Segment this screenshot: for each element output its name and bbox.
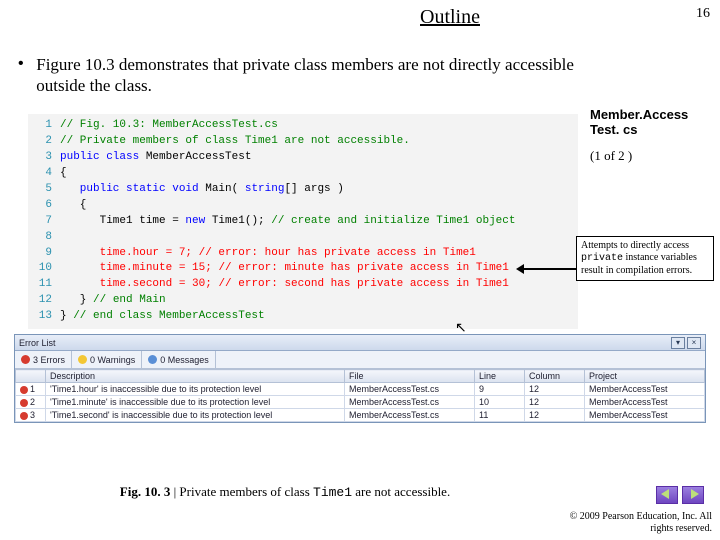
bullet-text: Figure 10.3 demonstrates that private cl…	[36, 54, 596, 97]
caption-mid: | Private members of class	[174, 484, 313, 499]
outline-heading: Outline	[420, 6, 480, 29]
callout-arrow-line	[520, 268, 580, 270]
line-number: 11	[28, 277, 60, 293]
nav-buttons	[656, 486, 704, 504]
code-line: time.hour = 7; // error: hour has privat…	[60, 246, 578, 262]
file-label-line2: Test. cs	[590, 122, 637, 137]
error-list-tabs: 3 Errors 0 Warnings 0 Messages	[15, 351, 705, 369]
callout-box: Attempts to directly access private inst…	[576, 236, 714, 281]
error-list-header: Error List ▾ ×	[15, 335, 705, 351]
table-row[interactable]: 1'Time1.hour' is inaccessible due to its…	[16, 383, 705, 396]
line-number: 10	[28, 261, 60, 277]
caption-mono: Time1	[313, 485, 352, 500]
error-list-panel: Error List ▾ × 3 Errors 0 Warnings 0 Mes…	[14, 334, 706, 423]
close-icon[interactable]: ×	[687, 337, 701, 349]
error-table: Description File Line Column Project 1'T…	[15, 369, 705, 422]
line-number: 4	[28, 166, 60, 182]
line-number: 12	[28, 293, 60, 309]
message-icon	[148, 355, 157, 364]
error-icon	[20, 412, 28, 420]
triangle-left-icon	[661, 489, 669, 499]
code-line: {	[60, 198, 578, 214]
col-line: Line	[475, 370, 525, 383]
line-number: 3	[28, 150, 60, 166]
callout-mono: private	[581, 253, 623, 264]
line-number: 5	[28, 182, 60, 198]
copyright-text: © 2009 Pearson Education, Inc. All right…	[552, 511, 712, 534]
tab-warnings[interactable]: 0 Warnings	[72, 351, 142, 368]
prev-button[interactable]	[656, 486, 678, 504]
line-number: 13	[28, 309, 60, 325]
line-number: 7	[28, 214, 60, 230]
bullet-item: • Figure 10.3 demonstrates that private …	[18, 54, 696, 97]
col-file: File	[345, 370, 475, 383]
code-listing: 1// Fig. 10.3: MemberAccessTest.cs 2// P…	[28, 114, 578, 329]
caption-end: are not accessible.	[352, 484, 450, 499]
page-number: 16	[696, 6, 710, 22]
code-line: public class MemberAccessTest	[60, 150, 578, 166]
code-line: Time1 time = new Time1(); // create and …	[60, 214, 578, 230]
col-blank	[16, 370, 46, 383]
dropdown-icon[interactable]: ▾	[671, 337, 685, 349]
code-line: // Private members of class Time1 are no…	[60, 134, 578, 150]
line-number: 6	[28, 198, 60, 214]
part-label: (1 of 2 )	[590, 148, 710, 164]
line-number: 8	[28, 230, 60, 246]
triangle-right-icon	[691, 489, 699, 499]
file-label-line1: Member.Access	[590, 107, 688, 122]
error-icon	[21, 355, 30, 364]
code-line: {	[60, 166, 578, 182]
col-description: Description	[46, 370, 345, 383]
table-row[interactable]: 3'Time1.second' is inaccessible due to i…	[16, 409, 705, 422]
col-column: Column	[525, 370, 585, 383]
bullet-dot-icon: •	[18, 54, 32, 74]
line-number: 9	[28, 246, 60, 262]
error-list-title: Error List	[19, 338, 56, 348]
figure-caption: Fig. 10. 3 | Private members of class Ti…	[0, 484, 570, 500]
caption-fig: Fig. 10. 3	[120, 484, 174, 499]
code-line: } // end class MemberAccessTest	[60, 309, 578, 325]
line-number: 1	[28, 118, 60, 134]
error-icon	[20, 399, 28, 407]
error-icon	[20, 386, 28, 394]
code-line: public static void Main( string[] args )	[60, 182, 578, 198]
callout-text: Attempts to directly access	[581, 240, 689, 251]
next-button[interactable]	[682, 486, 704, 504]
code-line: time.second = 30; // error: second has p…	[60, 277, 578, 293]
file-label: Member.Access Test. cs	[590, 108, 710, 138]
table-row[interactable]: 2'Time1.minute' is inaccessible due to i…	[16, 396, 705, 409]
code-line: // Fig. 10.3: MemberAccessTest.cs	[60, 118, 578, 134]
line-number: 2	[28, 134, 60, 150]
tab-messages[interactable]: 0 Messages	[142, 351, 216, 368]
code-line	[60, 230, 578, 246]
callout-arrow-head-icon	[516, 264, 524, 274]
tab-errors[interactable]: 3 Errors	[15, 351, 72, 368]
code-line: } // end Main	[60, 293, 578, 309]
code-line: time.minute = 15; // error: minute has p…	[60, 261, 578, 277]
col-project: Project	[585, 370, 705, 383]
warning-icon	[78, 355, 87, 364]
